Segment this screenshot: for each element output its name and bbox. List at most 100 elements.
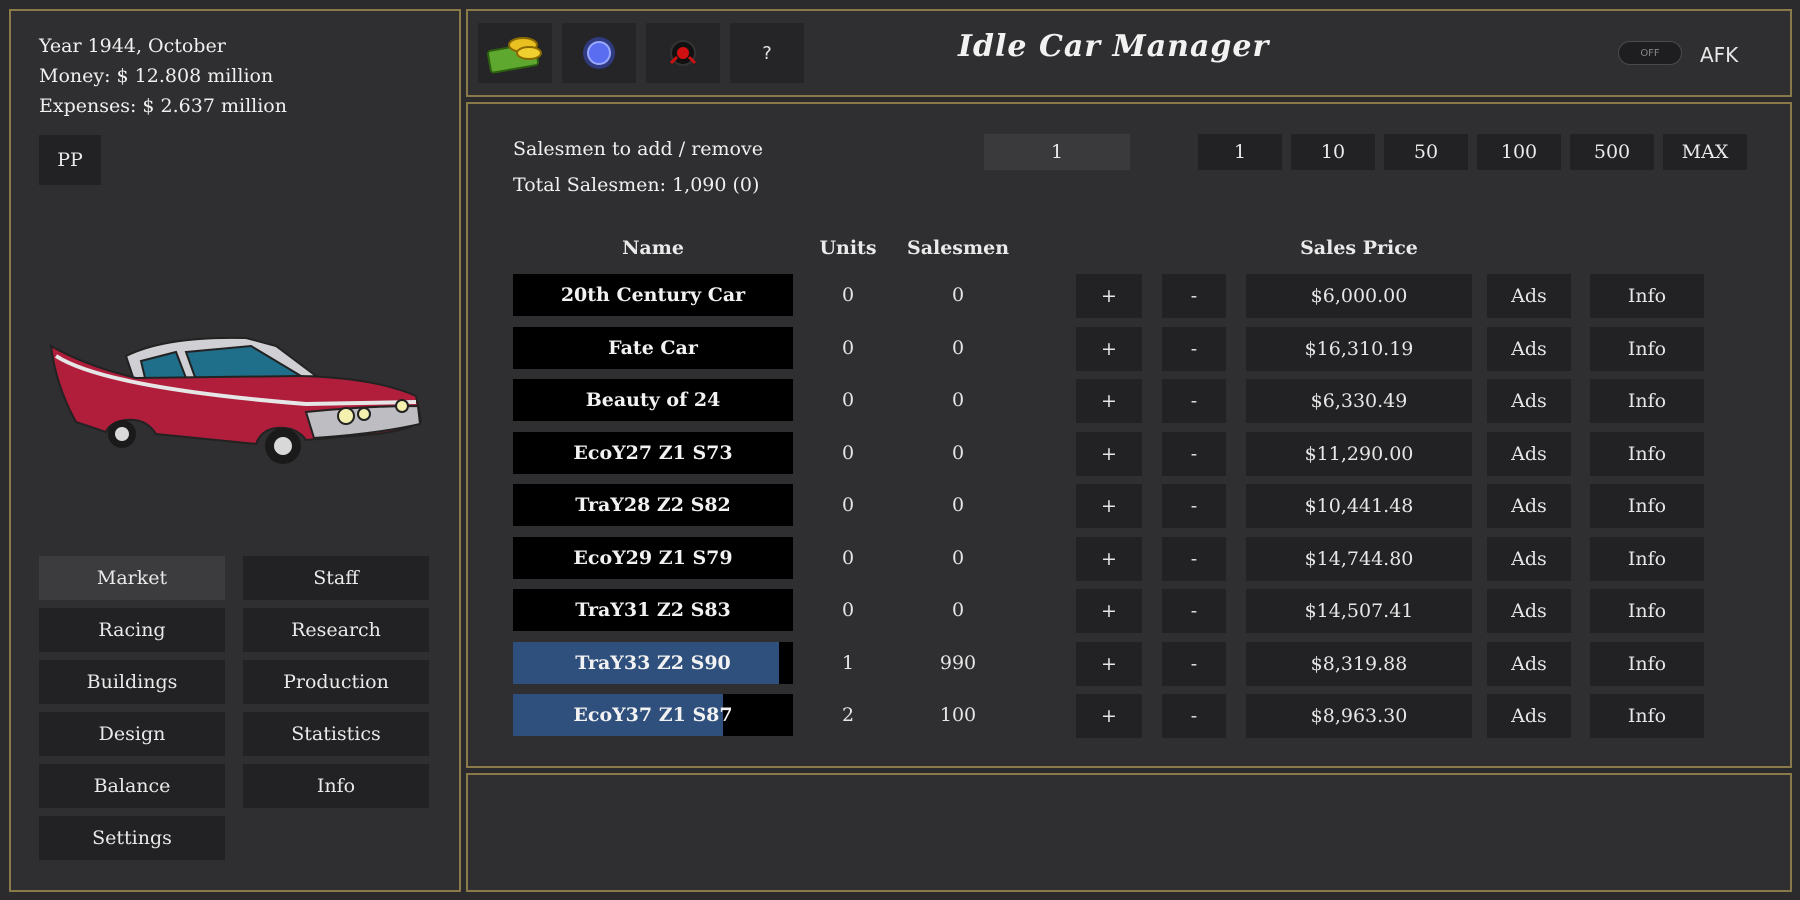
ads-button[interactable]: Ads	[1487, 484, 1571, 528]
add-salesman-button[interactable]: +	[1076, 536, 1142, 581]
salesmen-value: 0	[951, 441, 965, 464]
help-icon: ?	[762, 42, 772, 64]
nav-statistics-button[interactable]: Statistics	[243, 712, 429, 756]
gem-button[interactable]	[562, 23, 636, 83]
units-value: 0	[841, 494, 855, 516]
units-value: 0	[841, 599, 855, 621]
info-button[interactable]: Info	[1590, 694, 1704, 738]
money-icon	[486, 37, 542, 74]
sales-price-value[interactable]: $11,290.00	[1246, 431, 1472, 476]
ads-button[interactable]: Ads	[1487, 326, 1571, 371]
info-button[interactable]: Info	[1590, 536, 1704, 581]
afk-toggle[interactable]: OFF	[1618, 41, 1682, 65]
car-name: 20th Century Car	[560, 284, 746, 306]
car-image	[49, 336, 423, 464]
nav-production-button[interactable]: Production	[243, 660, 429, 704]
remove-salesman-button[interactable]: -	[1162, 274, 1226, 318]
sales-price-value[interactable]: $10,441.48	[1246, 484, 1472, 528]
remove-salesman-button[interactable]: -	[1162, 484, 1226, 528]
help-button[interactable]: ?	[730, 23, 804, 83]
info-button[interactable]: Info	[1590, 589, 1704, 633]
sales-price-value[interactable]: $8,963.30	[1246, 694, 1472, 738]
quantity-1-button[interactable]: 1	[1198, 134, 1282, 170]
pp-button[interactable]: PP	[39, 135, 101, 185]
car-name: TraY28 Z2 S82	[575, 494, 731, 516]
nav-staff-button[interactable]: Staff	[243, 556, 429, 600]
sales-price-value[interactable]: $16,310.19	[1246, 326, 1472, 371]
remove-salesman-button[interactable]: -	[1162, 641, 1226, 686]
column-header-name: Name	[622, 237, 684, 259]
info-button[interactable]: Info	[1590, 641, 1704, 686]
salesmen-value: 0	[951, 494, 965, 516]
remove-salesman-button[interactable]: -	[1162, 326, 1226, 371]
quantity-50-button[interactable]: 50	[1384, 134, 1468, 170]
car-name-bar: EcoY27 Z1 S73	[513, 431, 793, 474]
target-button[interactable]	[646, 23, 720, 83]
car-name-bar: Beauty of 24	[513, 379, 793, 421]
sales-price-value[interactable]: $14,507.41	[1246, 589, 1472, 633]
sales-price-value[interactable]: $6,330.49	[1246, 379, 1472, 423]
info-button[interactable]: Info	[1590, 274, 1704, 318]
quantity-100-button[interactable]: 100	[1477, 134, 1561, 170]
car-name: Fate Car	[608, 336, 698, 359]
nav-settings-button[interactable]: Settings	[39, 816, 225, 860]
ads-button[interactable]: Ads	[1487, 694, 1571, 738]
car-row: TraY28 Z2 S82 0 0 + - $10,441.48 Ads Info	[468, 484, 1794, 530]
salesmen-value: 0	[951, 336, 965, 359]
add-salesman-button[interactable]: +	[1076, 484, 1142, 528]
money-button[interactable]	[478, 23, 552, 83]
ads-button[interactable]: Ads	[1487, 536, 1571, 581]
remove-salesman-button[interactable]: -	[1162, 694, 1226, 738]
expenses-label: Expenses: $ 2.637 million	[39, 95, 287, 117]
remove-salesman-button[interactable]: -	[1162, 589, 1226, 633]
nav-racing-button[interactable]: Racing	[39, 608, 225, 652]
add-salesman-button[interactable]: +	[1076, 641, 1142, 686]
sales-price-value[interactable]: $8,319.88	[1246, 641, 1472, 686]
quantity-max-button[interactable]: MAX	[1663, 134, 1747, 170]
market-panel: Salesmen to add / remove Total Salesmen:…	[466, 102, 1792, 768]
sales-price-value[interactable]: $14,744.80	[1246, 536, 1472, 581]
remove-salesman-button[interactable]: -	[1162, 536, 1226, 581]
sales-price-value[interactable]: $6,000.00	[1246, 274, 1472, 318]
nav-research-button[interactable]: Research	[243, 608, 429, 652]
left-panel: Year 1944, October Money: $ 12.808 milli…	[9, 9, 461, 892]
car-name-bar: 20th Century Car	[513, 274, 793, 316]
remove-salesman-button[interactable]: -	[1162, 431, 1226, 476]
nav-design-button[interactable]: Design	[39, 712, 225, 756]
car-name: TraY33 Z2 S90	[575, 651, 731, 674]
nav-balance-button[interactable]: Balance	[39, 764, 225, 808]
units-value: 0	[841, 441, 855, 464]
add-salesman-button[interactable]: +	[1076, 589, 1142, 633]
units-value: 2	[841, 704, 855, 726]
add-salesman-button[interactable]: +	[1076, 694, 1142, 738]
nav-buildings-button[interactable]: Buildings	[39, 660, 225, 704]
quantity-500-button[interactable]: 500	[1570, 134, 1654, 170]
column-header-units: Units	[819, 237, 877, 259]
car-row: EcoY29 Z1 S79 0 0 + - $14,744.80 Ads Info	[468, 536, 1794, 583]
salesmen-value: 100	[939, 704, 977, 726]
bottom-panel	[466, 773, 1792, 892]
quantity-10-button[interactable]: 10	[1291, 134, 1375, 170]
car-row: TraY33 Z2 S90 1 990 + - $8,319.88 Ads Info	[468, 641, 1794, 688]
ads-button[interactable]: Ads	[1487, 431, 1571, 476]
nav-market-button[interactable]: Market	[39, 556, 225, 600]
info-button[interactable]: Info	[1590, 431, 1704, 476]
nav-info-button[interactable]: Info	[243, 764, 429, 808]
ads-button[interactable]: Ads	[1487, 379, 1571, 423]
add-salesman-button[interactable]: +	[1076, 379, 1142, 423]
ads-button[interactable]: Ads	[1487, 641, 1571, 686]
info-button[interactable]: Info	[1590, 484, 1704, 528]
add-salesman-button[interactable]: +	[1076, 326, 1142, 371]
car-row: Beauty of 24 0 0 + - $6,330.49 Ads Info	[468, 379, 1794, 425]
ads-button[interactable]: Ads	[1487, 589, 1571, 633]
ads-button[interactable]: Ads	[1487, 274, 1571, 318]
add-salesman-button[interactable]: +	[1076, 274, 1142, 318]
add-salesman-button[interactable]: +	[1076, 431, 1142, 476]
units-value: 0	[841, 546, 855, 569]
salesmen-quantity-input[interactable]	[984, 134, 1130, 170]
remove-salesman-button[interactable]: -	[1162, 379, 1226, 423]
info-button[interactable]: Info	[1590, 326, 1704, 371]
car-name-bar: TraY31 Z2 S83	[513, 589, 793, 631]
salesmen-value: 0	[951, 389, 965, 411]
info-button[interactable]: Info	[1590, 379, 1704, 423]
